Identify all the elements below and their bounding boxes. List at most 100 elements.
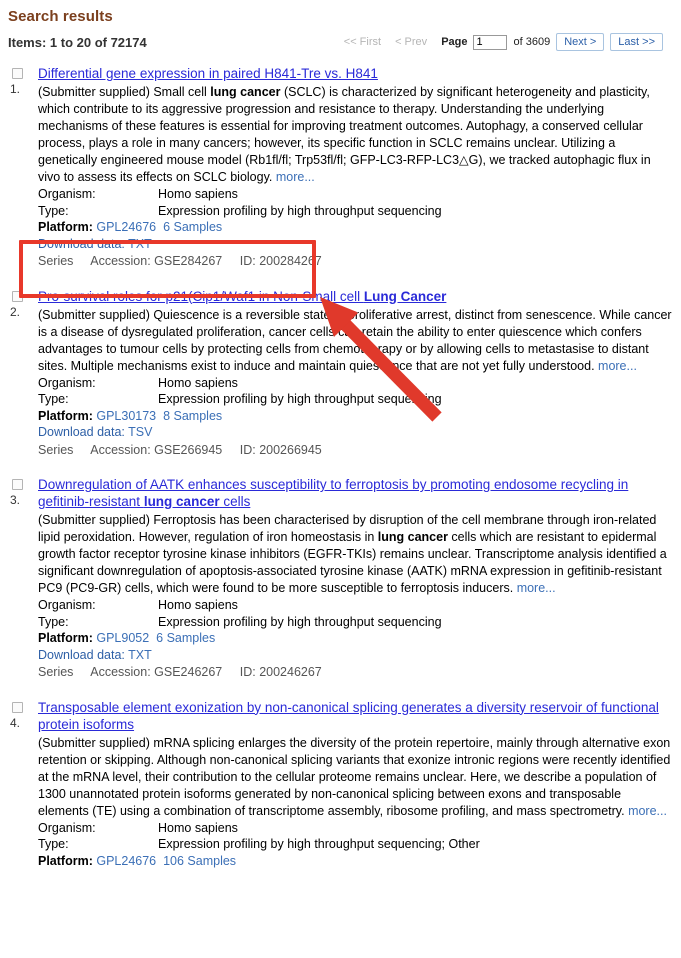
result-body: Differential gene expression in paired H… bbox=[38, 65, 673, 270]
platform-label: Platform: bbox=[38, 408, 93, 423]
result-gutter: 1. bbox=[8, 65, 38, 96]
platform-row: Platform: GPL24676 6 Samples bbox=[38, 219, 673, 236]
summary-lead: (Submitter supplied) mRNA splicing enlar… bbox=[38, 735, 671, 818]
result-rank: 2. bbox=[10, 304, 21, 319]
result-summary: (Submitter supplied) Small cell lung can… bbox=[38, 84, 673, 186]
result-title-text: Downregulation of AATK enhances suscepti… bbox=[38, 477, 629, 509]
type-label: Type: bbox=[38, 614, 69, 629]
type-row: Type: Expression profiling by high throu… bbox=[38, 391, 673, 408]
more-link[interactable]: more... bbox=[628, 804, 667, 818]
result-title-suffix: cells bbox=[219, 494, 251, 509]
page-label: Page bbox=[441, 36, 468, 48]
organism-value: Homo sapiens bbox=[158, 375, 238, 390]
summary-keyword: lung cancer bbox=[377, 530, 448, 544]
result-title-text: Differential gene expression in paired H… bbox=[38, 66, 378, 81]
organism-row: Organism: Homo sapiens bbox=[38, 597, 673, 614]
result-checkbox[interactable] bbox=[12, 701, 23, 713]
type-label: Type: bbox=[38, 837, 69, 851]
samples-link[interactable]: 6 Samples bbox=[156, 631, 215, 645]
samples-link[interactable]: 8 Samples bbox=[163, 409, 222, 423]
result-summary: (Submitter supplied) Quiescence is a rev… bbox=[38, 307, 673, 375]
download-row: Download data: TXT bbox=[38, 647, 673, 664]
result-title-link[interactable]: Downregulation of AATK enhances suscepti… bbox=[38, 477, 628, 509]
id-value: ID: 200246267 bbox=[239, 665, 322, 679]
download-label: Download data: bbox=[38, 236, 125, 251]
page-title: Search results bbox=[8, 8, 113, 25]
series-row: Series Accession: GSE246267 ID: 20024626… bbox=[38, 664, 673, 681]
series-row: Series Accession: GSE284267 ID: 20028426… bbox=[38, 253, 673, 270]
page-number-input[interactable] bbox=[473, 34, 508, 50]
total-pages-label: of 3609 bbox=[513, 36, 551, 48]
result-summary: (Submitter supplied) Ferroptosis has bee… bbox=[38, 512, 673, 597]
platform-row: Platform: GPL24676 106 Samples bbox=[38, 853, 673, 870]
result-summary: (Submitter supplied) mRNA splicing enlar… bbox=[38, 735, 673, 820]
type-row: Type: Expression profiling by high throu… bbox=[38, 203, 673, 220]
organism-row: Organism: Homo sapiens bbox=[38, 820, 673, 837]
organism-label: Organism: bbox=[38, 598, 96, 612]
result-item: 3. Downregulation of AATK enhances susce… bbox=[8, 476, 673, 681]
result-meta: Organism: Homo sapiens Type: Expression … bbox=[38, 375, 673, 459]
platform-label: Platform: bbox=[38, 220, 93, 234]
id-value: ID: 200266945 bbox=[239, 442, 322, 457]
result-title-text: Pro-survival roles for p21(Cip1/Waf1 in … bbox=[38, 288, 364, 304]
download-format-link[interactable]: TSV bbox=[128, 425, 152, 439]
last-page-button[interactable]: Last >> bbox=[610, 33, 663, 51]
more-link[interactable]: more... bbox=[276, 170, 315, 184]
platform-id-link[interactable]: GPL30173 bbox=[96, 409, 156, 423]
organism-label: Organism: bbox=[38, 187, 96, 201]
result-meta: Organism: Homo sapiens Type: Expression … bbox=[38, 820, 673, 870]
download-row: Download data: TSV bbox=[38, 424, 673, 441]
result-rank: 3. bbox=[10, 493, 21, 507]
result-checkbox[interactable] bbox=[12, 290, 23, 302]
platform-row: Platform: GPL30173 8 Samples bbox=[38, 408, 673, 425]
platform-row: Platform: GPL9052 6 Samples bbox=[38, 630, 673, 647]
result-checkbox[interactable] bbox=[12, 479, 23, 490]
result-title-text: Transposable element exonization by non-… bbox=[38, 699, 659, 732]
organism-row: Organism: Homo sapiens bbox=[38, 375, 673, 392]
download-row: Download data: TXT bbox=[38, 236, 673, 253]
type-row: Type: Expression profiling by high throu… bbox=[38, 836, 673, 853]
organism-row: Organism: Homo sapiens bbox=[38, 186, 673, 203]
result-title-link[interactable]: Pro-survival roles for p21(Cip1/Waf1 in … bbox=[38, 289, 446, 304]
result-body: Pro-survival roles for p21(Cip1/Waf1 in … bbox=[38, 288, 673, 459]
result-title-highlight: lung cancer bbox=[143, 494, 220, 509]
accession-value: Accession: GSE266945 bbox=[90, 442, 223, 457]
type-value: Expression profiling by high throughput … bbox=[158, 203, 442, 218]
result-meta: Organism: Homo sapiens Type: Expression … bbox=[38, 186, 673, 270]
result-item: 2. Pro-survival roles for p21(Cip1/Waf1 … bbox=[8, 288, 673, 459]
result-rank: 4. bbox=[10, 715, 21, 730]
download-format-link[interactable]: TXT bbox=[128, 237, 152, 251]
type-label: Type: bbox=[38, 392, 69, 406]
platform-id-link[interactable]: GPL24676 bbox=[96, 220, 156, 234]
result-title-link[interactable]: Differential gene expression in paired H… bbox=[38, 66, 378, 81]
result-body: Transposable element exonization by non-… bbox=[38, 699, 673, 870]
result-meta: Organism: Homo sapiens Type: Expression … bbox=[38, 597, 673, 681]
summary-lead: (Submitter supplied) Quiescence is a rev… bbox=[38, 307, 672, 373]
platform-id-link[interactable]: GPL9052 bbox=[96, 631, 149, 645]
more-link[interactable]: more... bbox=[598, 359, 637, 373]
series-label: Series bbox=[38, 254, 74, 268]
summary-keyword: lung cancer bbox=[210, 85, 281, 99]
series-label: Series bbox=[38, 665, 74, 679]
summary-lead: (Submitter supplied) Small cell bbox=[38, 85, 211, 99]
type-row: Type: Expression profiling by high throu… bbox=[38, 614, 673, 631]
prev-page-button: < Prev bbox=[395, 36, 428, 48]
result-checkbox[interactable] bbox=[12, 68, 23, 79]
samples-link[interactable]: 6 Samples bbox=[163, 220, 222, 234]
platform-label: Platform: bbox=[38, 631, 93, 645]
download-format-link[interactable]: TXT bbox=[128, 648, 152, 662]
pagination-controls: << First < Prev Page of 3609 Next > Last… bbox=[340, 33, 663, 51]
organism-value: Homo sapiens bbox=[158, 598, 238, 612]
search-results-page: Search results Items: 1 to 20 of 72174 <… bbox=[0, 0, 681, 958]
more-link[interactable]: more... bbox=[517, 581, 556, 595]
result-title-link[interactable]: Transposable element exonization by non-… bbox=[38, 700, 659, 732]
summary-rest: (SCLC) is characterized by significant h… bbox=[38, 85, 651, 184]
samples-link[interactable]: 106 Samples bbox=[163, 854, 236, 868]
next-page-button[interactable]: Next > bbox=[556, 33, 605, 51]
result-gutter: 4. bbox=[8, 699, 38, 730]
platform-id-link[interactable]: GPL24676 bbox=[96, 854, 156, 868]
organism-value: Homo sapiens bbox=[158, 187, 238, 201]
series-label: Series bbox=[38, 442, 74, 457]
results-list: 1. Differential gene expression in paire… bbox=[0, 65, 681, 869]
download-label: Download data: bbox=[38, 647, 125, 662]
